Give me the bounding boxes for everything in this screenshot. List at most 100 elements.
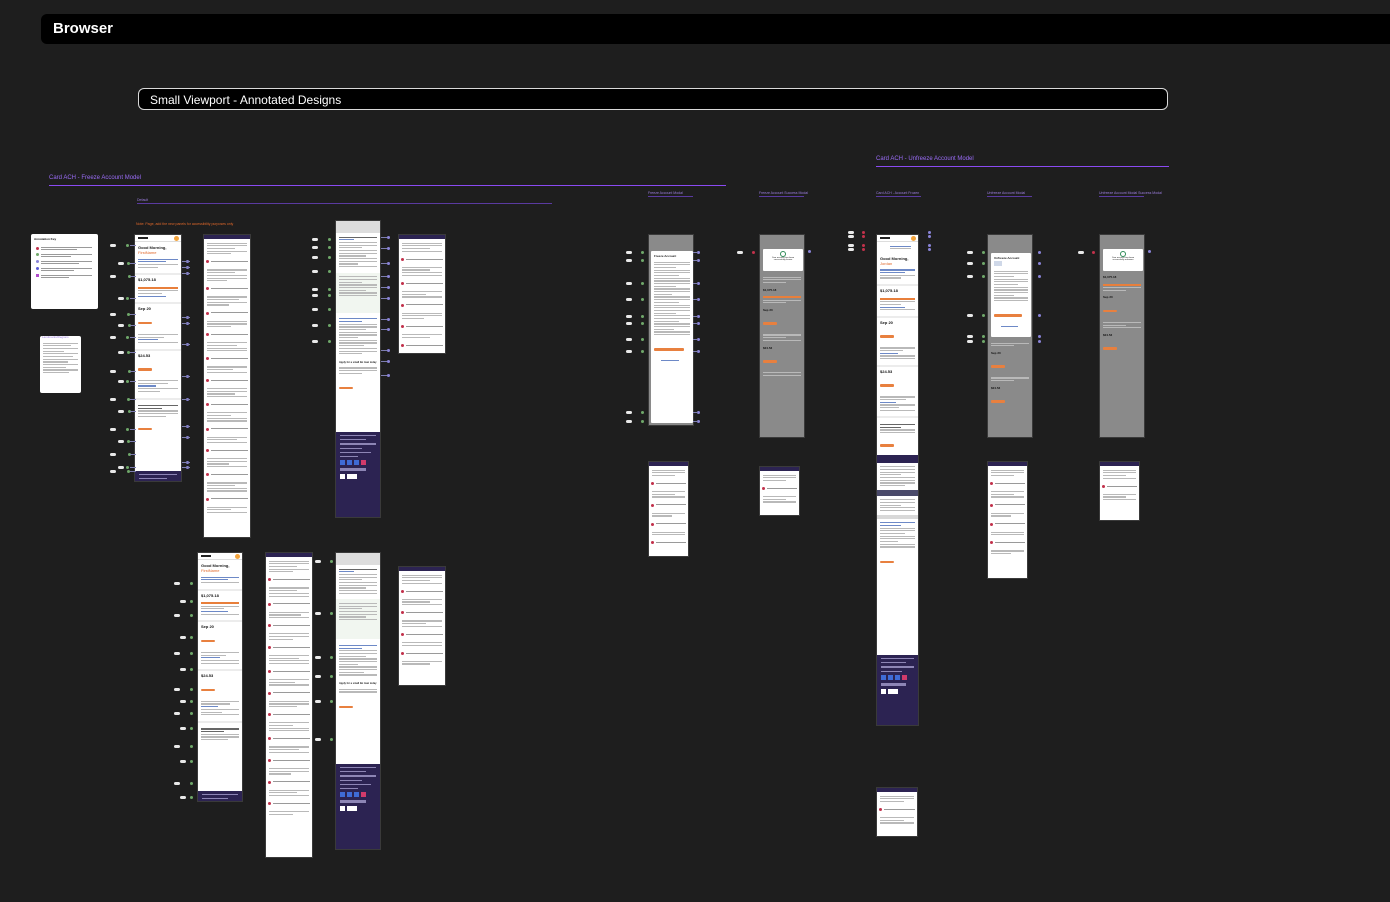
annotation-pin <box>118 380 124 383</box>
annotation-pin <box>387 286 390 289</box>
min-payment: $24.53 <box>880 368 893 374</box>
annotation-pin <box>190 668 193 671</box>
annotation-pin <box>328 340 331 343</box>
annotation-pin <box>118 440 124 443</box>
connector-line <box>182 426 190 427</box>
annotation-pin <box>387 328 390 331</box>
unfreeze-account-modal[interactable]: Unfreeze Account <box>991 253 1031 337</box>
annotation-pin <box>967 275 973 278</box>
due-date: Sep 20 <box>991 350 1001 355</box>
subgroup-line <box>876 196 921 197</box>
connector-line <box>693 351 698 352</box>
annotation-panel-2[interactable] <box>398 234 446 354</box>
annotation-pin <box>330 656 333 659</box>
annotation-pin <box>848 244 854 247</box>
mobile-page-default-row2[interactable]: Good Morning, FirstName $1,075.18 Sep 20… <box>197 552 243 802</box>
due-date: Sep 20 <box>1103 295 1113 300</box>
annotation-pin <box>641 411 644 414</box>
annotation-pin <box>641 259 644 262</box>
mobile-page-account-details-row2[interactable]: Apply for a small biz loan today <box>335 552 381 850</box>
connector-line <box>381 237 387 238</box>
connector-line <box>130 352 136 353</box>
annotation-pin <box>967 340 973 343</box>
group-label-freeze: Card ACH - Freeze Account Model <box>49 175 142 181</box>
loan-promo: Apply for a small biz loan today <box>339 682 377 686</box>
unfreeze-modal-annotations[interactable] <box>987 461 1028 579</box>
unfreeze-account-modal-screen[interactable]: Unfreeze Account Sep 20 $24.53 <box>987 234 1033 438</box>
freeze-modal-annotations[interactable] <box>648 461 689 557</box>
annotation-pin <box>967 262 973 265</box>
annotation-pin <box>982 340 985 343</box>
annotation-pin <box>1092 251 1095 254</box>
account-frozen-page[interactable]: Good Morning, Jordan $1,075.18 Sep 20 $2… <box>876 234 919 726</box>
annotation-pin <box>1038 335 1041 338</box>
annotation-pin <box>190 727 193 730</box>
annotation-pin <box>190 782 193 785</box>
annotation-pin <box>1078 251 1084 254</box>
freeze-account-modal-screen[interactable]: Freeze Account <box>648 234 694 426</box>
annotation-pin <box>315 675 321 678</box>
annotation-pin <box>190 745 193 748</box>
annotation-pin <box>312 270 318 273</box>
annotation-pin <box>174 652 180 655</box>
connector-line <box>130 314 136 315</box>
freeze-account-modal[interactable]: Freeze Account <box>651 251 693 423</box>
annotation-pin <box>1038 262 1041 265</box>
annotation-pin <box>1038 251 1041 254</box>
annotation-pin <box>312 288 318 291</box>
due-date: Sep 20 <box>138 306 151 312</box>
connector-line <box>693 421 698 422</box>
connector-line <box>381 361 387 362</box>
subgroup-label-freeze-modal: Freeze Account Modal <box>648 191 683 195</box>
connector-line <box>182 267 190 268</box>
annotation-pin <box>110 398 116 401</box>
annotation-pin <box>982 335 985 338</box>
unfreeze-success-modal[interactable]: Your account has been successfully unfro… <box>1103 249 1143 271</box>
annotation-panel-row2-b[interactable] <box>398 566 446 686</box>
min-payment: $24.53 <box>201 673 214 679</box>
annotation-pin <box>118 351 124 354</box>
connector-line <box>182 323 190 324</box>
annotation-pin <box>982 262 985 265</box>
annotation-pin <box>330 612 333 615</box>
annotation-pin <box>641 315 644 318</box>
annotation-pin <box>312 324 318 327</box>
unfreeze-success-screen[interactable]: Your account has been successfully unfro… <box>1099 234 1145 438</box>
freeze-success-annotations[interactable] <box>759 466 800 516</box>
connector-line <box>381 319 387 320</box>
annotation-pin <box>312 294 318 297</box>
freeze-success-modal[interactable]: Your account has been successfully froze… <box>763 249 803 271</box>
annotation-pin <box>626 259 632 262</box>
annotation-pin <box>982 251 985 254</box>
connector-line <box>130 263 136 264</box>
connector-line <box>182 437 190 438</box>
mobile-page-account-details[interactable]: Apply for a small biz loan today <box>335 220 381 518</box>
annotation-pin <box>848 231 854 234</box>
annotation-pin <box>387 349 390 352</box>
annotation-panel[interactable] <box>203 234 251 538</box>
unfreeze-success-annotations[interactable] <box>1099 461 1140 521</box>
annotation-pin <box>315 656 321 659</box>
annotation-pin <box>328 308 331 311</box>
loan-promo: Apply for a small biz loan today <box>339 360 377 364</box>
annotation-key-card[interactable]: Annotation Key <box>31 234 98 309</box>
annotation-pin <box>387 318 390 321</box>
connector-line <box>381 248 387 249</box>
section-title-bar[interactable]: Small Viewport - Annotated Designs <box>138 88 1168 110</box>
annotation-pin <box>312 238 318 241</box>
annotation-pin <box>315 738 321 741</box>
annotation-pin <box>982 314 985 317</box>
annotation-pin <box>174 614 180 617</box>
account-frozen-annotations[interactable] <box>876 787 918 837</box>
subgroup-label-freeze-success: Freeze Account Success Modal <box>759 191 809 195</box>
annotation-pin <box>1038 275 1041 278</box>
annotation-pin <box>110 244 116 247</box>
connector-line <box>130 441 136 442</box>
annotation-pin <box>180 760 186 763</box>
mobile-page-default[interactable]: Good Morning, FirstName $1,075.18 Sep 20… <box>134 234 182 482</box>
annotation-panel-row2[interactable] <box>265 552 313 858</box>
freeze-success-screen[interactable]: Your account has been successfully froze… <box>759 234 805 438</box>
annotation-pin <box>808 250 811 253</box>
annotation-pin <box>328 270 331 273</box>
landmarks-key-card[interactable]: Landmarks/Regions <box>40 335 81 393</box>
